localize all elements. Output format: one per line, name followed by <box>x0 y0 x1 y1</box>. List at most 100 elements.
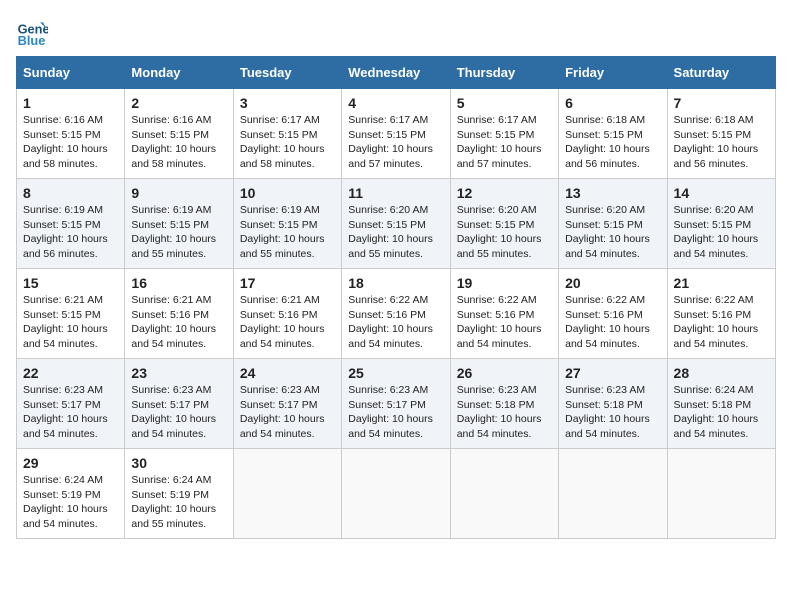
calendar-table: SundayMondayTuesdayWednesdayThursdayFrid… <box>16 56 776 539</box>
day-number: 24 <box>240 365 335 381</box>
day-info: Sunrise: 6:21 AMSunset: 5:15 PMDaylight:… <box>23 293 118 352</box>
day-info: Sunrise: 6:16 AMSunset: 5:15 PMDaylight:… <box>23 113 118 172</box>
day-info: Sunrise: 6:22 AMSunset: 5:16 PMDaylight:… <box>674 293 769 352</box>
day-number: 15 <box>23 275 118 291</box>
day-number: 20 <box>565 275 660 291</box>
calendar-cell: 17Sunrise: 6:21 AMSunset: 5:16 PMDayligh… <box>233 269 341 359</box>
calendar-cell: 14Sunrise: 6:20 AMSunset: 5:15 PMDayligh… <box>667 179 775 269</box>
day-info: Sunrise: 6:23 AMSunset: 5:17 PMDaylight:… <box>348 383 443 442</box>
day-number: 5 <box>457 95 552 111</box>
day-number: 16 <box>131 275 226 291</box>
day-number: 9 <box>131 185 226 201</box>
day-number: 26 <box>457 365 552 381</box>
calendar-cell: 28 Sunrise: 6:24 AMSunset: 5:18 PMDayligh… <box>667 359 775 449</box>
calendar-cell: 3Sunrise: 6:17 AMSunset: 5:15 PMDaylight… <box>233 89 341 179</box>
calendar-cell: 20 Sunrise: 6:22 AMSunset: 5:16 PMDayligh… <box>559 269 667 359</box>
day-info: Sunrise: 6:22 AMSunset: 5:16 PMDaylight:… <box>565 293 660 352</box>
day-info: Sunrise: 6:23 AMSunset: 5:18 PMDaylight:… <box>457 383 552 442</box>
day-number: 4 <box>348 95 443 111</box>
calendar-cell: 8Sunrise: 6:19 AMSunset: 5:15 PMDaylight… <box>17 179 125 269</box>
day-info: Sunrise: 6:20 AMSunset: 5:15 PMDaylight:… <box>457 203 552 262</box>
day-info: Sunrise: 6:23 AMSunset: 5:17 PMDaylight:… <box>131 383 226 442</box>
day-info: Sunrise: 6:17 AMSunset: 5:15 PMDaylight:… <box>457 113 552 172</box>
calendar-cell: 13 Sunrise: 6:20 AMSunset: 5:15 PMDayligh… <box>559 179 667 269</box>
day-info: Sunrise: 6:24 AMSunset: 5:19 PMDaylight:… <box>131 473 226 532</box>
day-number: 21 <box>674 275 769 291</box>
weekday-header-thursday: Thursday <box>450 57 558 89</box>
calendar-cell: 10 Sunrise: 6:19 AMSunset: 5:15 PMDayligh… <box>233 179 341 269</box>
calendar-cell: 18 Sunrise: 6:22 AMSunset: 5:16 PMDayligh… <box>342 269 450 359</box>
svg-text:Blue: Blue <box>18 33 46 48</box>
day-info: Sunrise: 6:21 AMSunset: 5:16 PMDaylight:… <box>131 293 226 352</box>
day-info: Sunrise: 6:20 AMSunset: 5:15 PMDaylight:… <box>674 203 769 262</box>
day-number: 22 <box>23 365 118 381</box>
day-info: Sunrise: 6:22 AMSunset: 5:16 PMDaylight:… <box>457 293 552 352</box>
calendar-cell <box>233 449 341 539</box>
day-info: Sunrise: 6:23 AMSunset: 5:17 PMDaylight:… <box>240 383 335 442</box>
weekday-header-saturday: Saturday <box>667 57 775 89</box>
calendar-cell: 11Sunrise: 6:20 AMSunset: 5:15 PMDayligh… <box>342 179 450 269</box>
day-number: 30 <box>131 455 226 471</box>
weekday-header-wednesday: Wednesday <box>342 57 450 89</box>
day-info: Sunrise: 6:23 AMSunset: 5:18 PMDaylight:… <box>565 383 660 442</box>
weekday-header-tuesday: Tuesday <box>233 57 341 89</box>
day-info: Sunrise: 6:19 AMSunset: 5:15 PMDaylight:… <box>240 203 335 262</box>
day-number: 28 <box>674 365 769 381</box>
day-number: 13 <box>565 185 660 201</box>
calendar-cell: 26 Sunrise: 6:23 AMSunset: 5:18 PMDayligh… <box>450 359 558 449</box>
calendar-cell: 19 Sunrise: 6:22 AMSunset: 5:16 PMDayligh… <box>450 269 558 359</box>
weekday-header-row: SundayMondayTuesdayWednesdayThursdayFrid… <box>17 57 776 89</box>
calendar-cell: 7 Sunrise: 6:18 AMSunset: 5:15 PMDaylight… <box>667 89 775 179</box>
weekday-header-sunday: Sunday <box>17 57 125 89</box>
day-info: Sunrise: 6:24 AMSunset: 5:19 PMDaylight:… <box>23 473 118 532</box>
calendar-cell: 2Sunrise: 6:16 AMSunset: 5:15 PMDaylight… <box>125 89 233 179</box>
calendar-cell <box>342 449 450 539</box>
day-info: Sunrise: 6:20 AMSunset: 5:15 PMDaylight:… <box>565 203 660 262</box>
calendar-cell: 25 Sunrise: 6:23 AMSunset: 5:17 PMDayligh… <box>342 359 450 449</box>
calendar-body: 1Sunrise: 6:16 AMSunset: 5:15 PMDaylight… <box>17 89 776 539</box>
day-number: 10 <box>240 185 335 201</box>
calendar-cell <box>667 449 775 539</box>
day-info: Sunrise: 6:18 AMSunset: 5:15 PMDaylight:… <box>565 113 660 172</box>
calendar-cell: 12 Sunrise: 6:20 AMSunset: 5:15 PMDayligh… <box>450 179 558 269</box>
weekday-header-monday: Monday <box>125 57 233 89</box>
day-number: 8 <box>23 185 118 201</box>
page-header: General Blue <box>16 16 776 48</box>
calendar-cell: 21 Sunrise: 6:22 AMSunset: 5:16 PMDayligh… <box>667 269 775 359</box>
day-number: 29 <box>23 455 118 471</box>
calendar-week-2: 8 Sunrise: 6:19 AMSunset: 5:15 PMDaylight… <box>17 179 776 269</box>
calendar-cell: 4 Sunrise: 6:17 AMSunset: 5:15 PMDaylight… <box>342 89 450 179</box>
calendar-cell <box>450 449 558 539</box>
calendar-cell: 30 Sunrise: 6:24 AMSunset: 5:19 PMDayligh… <box>125 449 233 539</box>
day-info: Sunrise: 6:22 AMSunset: 5:16 PMDaylight:… <box>348 293 443 352</box>
calendar-cell: 24 Sunrise: 6:23 AMSunset: 5:17 PMDayligh… <box>233 359 341 449</box>
calendar-header: SundayMondayTuesdayWednesdayThursdayFrid… <box>17 57 776 89</box>
day-number: 6 <box>565 95 660 111</box>
calendar-cell: 22 Sunrise: 6:23 AMSunset: 5:17 PMDayligh… <box>17 359 125 449</box>
calendar-cell: 15 Sunrise: 6:21 AMSunset: 5:15 PMDayligh… <box>17 269 125 359</box>
day-number: 27 <box>565 365 660 381</box>
day-info: Sunrise: 6:19 AMSunset: 5:15 PMDaylight:… <box>131 203 226 262</box>
day-number: 12 <box>457 185 552 201</box>
day-info: Sunrise: 6:20 AMSunset: 5:15 PMDaylight:… <box>348 203 443 262</box>
day-number: 2 <box>131 95 226 111</box>
day-info: Sunrise: 6:24 AMSunset: 5:18 PMDaylight:… <box>674 383 769 442</box>
calendar-cell: 1Sunrise: 6:16 AMSunset: 5:15 PMDaylight… <box>17 89 125 179</box>
calendar-cell: 5 Sunrise: 6:17 AMSunset: 5:15 PMDaylight… <box>450 89 558 179</box>
calendar-week-5: 29 Sunrise: 6:24 AMSunset: 5:19 PMDayligh… <box>17 449 776 539</box>
day-number: 3 <box>240 95 335 111</box>
calendar-cell: 29 Sunrise: 6:24 AMSunset: 5:19 PMDayligh… <box>17 449 125 539</box>
day-info: Sunrise: 6:23 AMSunset: 5:17 PMDaylight:… <box>23 383 118 442</box>
calendar-week-3: 15 Sunrise: 6:21 AMSunset: 5:15 PMDayligh… <box>17 269 776 359</box>
day-number: 7 <box>674 95 769 111</box>
calendar-cell: 23 Sunrise: 6:23 AMSunset: 5:17 PMDayligh… <box>125 359 233 449</box>
day-number: 19 <box>457 275 552 291</box>
day-number: 18 <box>348 275 443 291</box>
day-number: 25 <box>348 365 443 381</box>
day-number: 23 <box>131 365 226 381</box>
calendar-cell: 6 Sunrise: 6:18 AMSunset: 5:15 PMDaylight… <box>559 89 667 179</box>
day-info: Sunrise: 6:18 AMSunset: 5:15 PMDaylight:… <box>674 113 769 172</box>
day-info: Sunrise: 6:21 AMSunset: 5:16 PMDaylight:… <box>240 293 335 352</box>
day-info: Sunrise: 6:17 AMSunset: 5:15 PMDaylight:… <box>348 113 443 172</box>
logo-icon: General Blue <box>16 16 48 48</box>
